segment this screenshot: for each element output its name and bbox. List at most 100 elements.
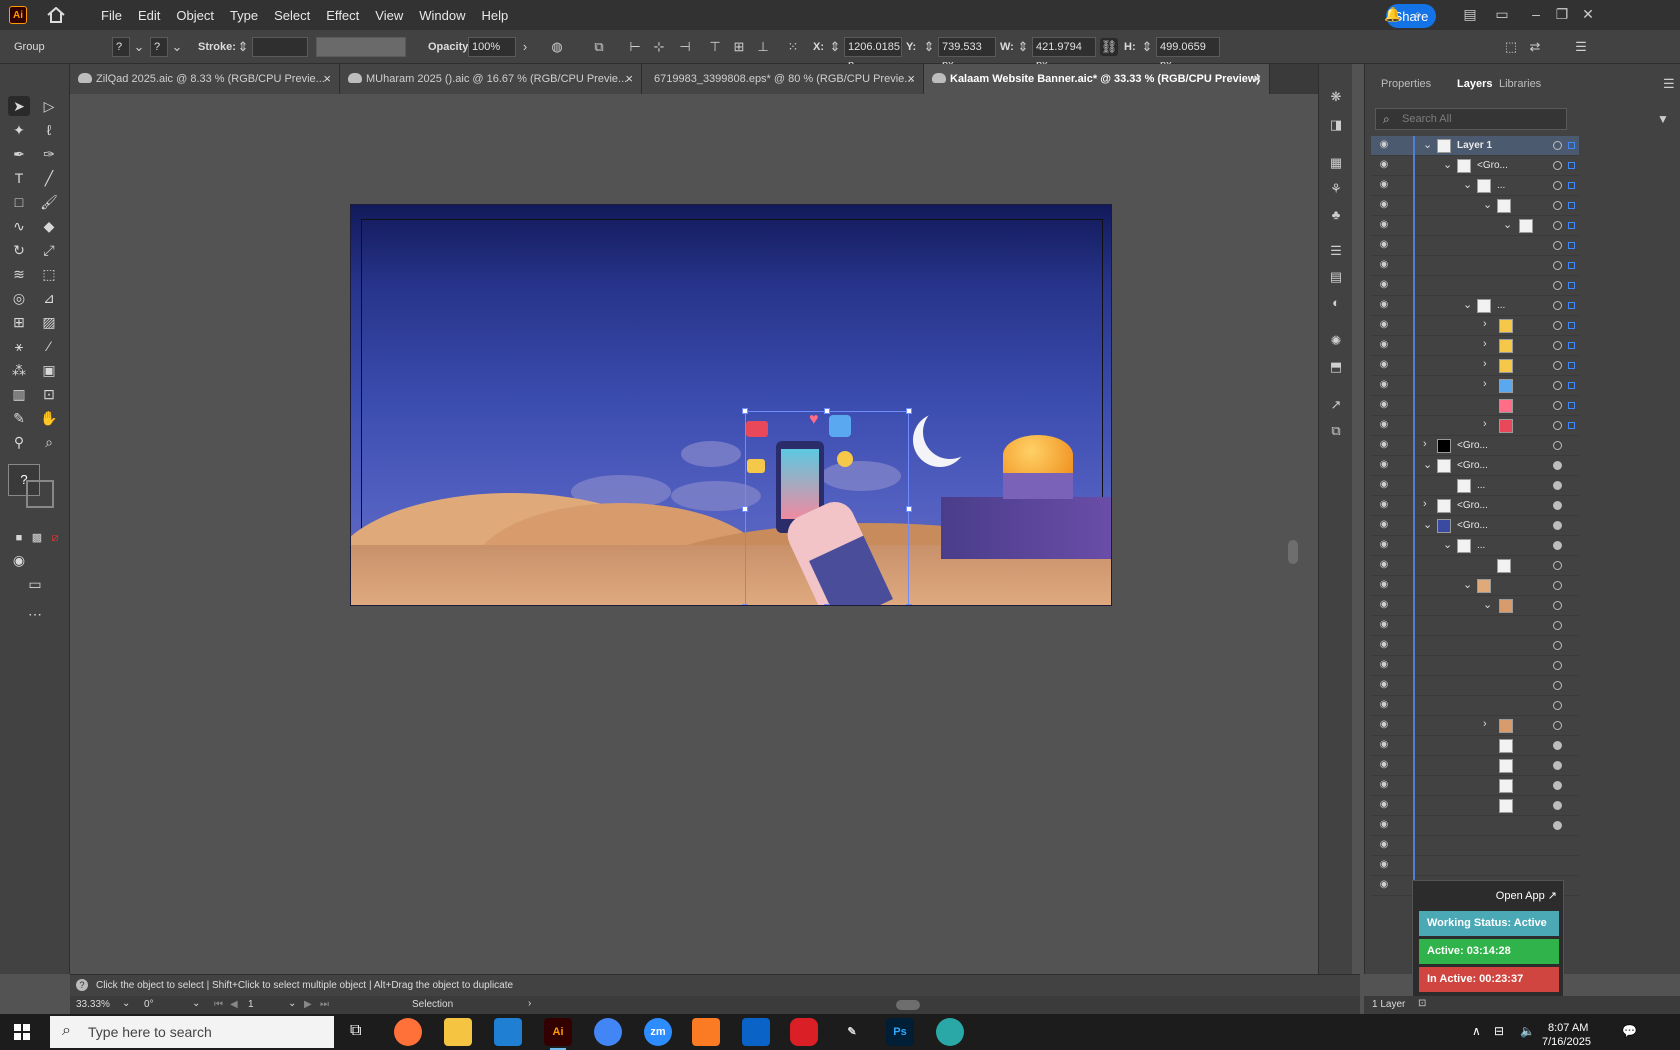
resize-handle[interactable] (906, 604, 912, 605)
vertical-scrollbar[interactable] (1288, 540, 1298, 564)
tab-libraries[interactable]: Libraries (1499, 78, 1541, 90)
last-artboard-icon[interactable]: ⏭ (320, 999, 329, 1010)
taskbar-time[interactable]: 8:07 AM (1548, 1022, 1588, 1034)
layer-row[interactable]: ◉ (1371, 816, 1579, 836)
layer-row[interactable]: ◉ (1371, 856, 1579, 876)
layer-row[interactable]: ◉ (1371, 796, 1579, 816)
opacity-field[interactable]: 100% (468, 37, 516, 57)
artboard[interactable]: ♥ (350, 204, 1112, 606)
y-stepper-icon[interactable]: ⇕ (920, 38, 938, 56)
menu-icon[interactable]: ☰ (1572, 38, 1590, 56)
resize-handle[interactable] (824, 604, 830, 605)
close-icon[interactable]: × (323, 64, 331, 94)
resize-handle[interactable] (824, 408, 830, 414)
target-icon[interactable] (1553, 721, 1562, 730)
arrange-icon[interactable]: ▭ (1494, 6, 1510, 22)
resize-handle[interactable] (906, 506, 912, 512)
eye-icon[interactable]: ◉ (1378, 179, 1390, 191)
layer-row[interactable]: ◉ › (1371, 716, 1579, 736)
menu-type[interactable]: Type (222, 8, 266, 23)
file-explorer-icon[interactable] (444, 1018, 472, 1046)
layer-row[interactable]: ◉... (1371, 476, 1579, 496)
resize-handle[interactable] (742, 604, 748, 605)
target-icon[interactable] (1553, 181, 1562, 190)
layer-row[interactable]: ◉ (1371, 736, 1579, 756)
zoom-icon[interactable]: zm (644, 1018, 672, 1046)
chevron-right-icon[interactable]: › (516, 38, 534, 56)
bell-icon[interactable]: 🔔 (1384, 6, 1401, 22)
align-bottom-icon[interactable]: ⊥ (754, 38, 772, 56)
pencil-icon[interactable]: ✎ (8, 408, 30, 428)
artboard-number-field[interactable]: 1 (248, 999, 254, 1010)
blend-tool-icon[interactable]: ⚹ (8, 336, 30, 356)
chevron-down-icon[interactable]: ⌄ (1423, 458, 1432, 471)
eye-icon[interactable]: ◉ (1378, 839, 1390, 851)
gradient-panel-icon[interactable]: ▤ (1327, 268, 1345, 286)
h-stepper-icon[interactable]: ⇕ (1138, 38, 1156, 56)
isolate-icon[interactable]: ⬚ (1502, 38, 1520, 56)
vscode-icon[interactable] (494, 1018, 522, 1046)
variable-width-profile[interactable] (316, 37, 406, 57)
layer-row[interactable]: ◉ (1371, 696, 1579, 716)
chevron-right-icon[interactable]: › (1483, 418, 1487, 430)
close-icon[interactable]: ✕ (1580, 6, 1596, 22)
chevron-down-icon[interactable]: ⌄ (288, 998, 296, 1009)
gradient-tool-icon[interactable]: ▨ (38, 312, 60, 332)
chevron-right-icon[interactable]: › (1483, 358, 1487, 370)
target-icon[interactable] (1553, 801, 1562, 810)
target-icon[interactable] (1553, 381, 1562, 390)
eye-icon[interactable]: ◉ (1378, 579, 1390, 591)
menu-file[interactable]: File (93, 8, 130, 23)
free-transform-icon[interactable]: ⬚ (38, 264, 60, 284)
screen-mode-icon[interactable]: ▭ (24, 574, 46, 594)
menu-window[interactable]: Window (411, 8, 473, 23)
volume-icon[interactable]: 🔈 (1520, 1024, 1535, 1038)
export-icon[interactable]: ⬒ (1327, 358, 1345, 376)
layer-row[interactable]: ◉ (1371, 676, 1579, 696)
eye-icon[interactable]: ◉ (1378, 659, 1390, 671)
target-icon[interactable] (1553, 361, 1562, 370)
line-tool-icon[interactable]: ╱ (38, 168, 60, 188)
workspace-icon[interactable]: ▤ (1462, 6, 1478, 22)
paintbrush-icon[interactable]: 🖌 (38, 192, 60, 212)
chevron-right-icon[interactable]: › (528, 998, 531, 1009)
panel-menu-icon[interactable]: ☰ (1663, 76, 1675, 92)
layer-row[interactable]: ◉ (1371, 556, 1579, 576)
align-center-icon[interactable]: ⊹ (650, 38, 668, 56)
tab-document-3[interactable]: 6719983_3399808.eps* @ 80 % (RGB/CPU Pre… (642, 64, 924, 94)
artboard-tool-icon[interactable]: ▣ (38, 360, 60, 380)
previous-artboard-icon[interactable]: ◀ (230, 999, 238, 1010)
target-icon[interactable] (1553, 141, 1562, 150)
search-icon[interactable]: ⌕ (1410, 6, 1426, 22)
eye-icon[interactable]: ◉ (1378, 859, 1390, 871)
target-icon[interactable] (1553, 741, 1562, 750)
chevron-down-icon[interactable]: ⌄ (1443, 538, 1452, 551)
chevron-down-icon[interactable]: ⌄ (1423, 518, 1432, 531)
eye-icon[interactable]: ◉ (1378, 439, 1390, 451)
chevron-right-icon[interactable]: › (1483, 378, 1487, 390)
target-icon[interactable] (1553, 201, 1562, 210)
eye-icon[interactable]: ◉ (1378, 499, 1390, 511)
artboards-panel-icon[interactable]: ⧉ (1327, 422, 1345, 440)
target-icon[interactable] (1553, 541, 1562, 550)
align-top-icon[interactable]: ⊤ (706, 38, 724, 56)
home-icon[interactable] (47, 6, 65, 23)
chevron-down-icon[interactable]: ⌄ (192, 998, 200, 1009)
w-stepper-icon[interactable]: ⇕ (1014, 38, 1032, 56)
symbol-sprayer-icon[interactable]: ⁂ (8, 360, 30, 380)
align-left-icon[interactable]: ⊢ (626, 38, 644, 56)
photoshop-icon[interactable]: Ps (886, 1018, 914, 1046)
restore-icon[interactable]: ❐ (1554, 6, 1570, 22)
shape-builder-icon[interactable]: ◎ (8, 288, 30, 308)
curvature-tool-icon[interactable]: ✑ (38, 144, 60, 164)
chevron-right-icon[interactable]: › (1483, 338, 1487, 350)
menu-view[interactable]: View (367, 8, 411, 23)
layer-row[interactable]: ◉ › <Gro... (1371, 436, 1579, 456)
align-right-icon[interactable]: ⊣ (676, 38, 694, 56)
target-icon[interactable] (1553, 461, 1562, 470)
mesh-tool-icon[interactable]: ⊞ (8, 312, 30, 332)
target-icon[interactable] (1553, 821, 1562, 830)
minimize-icon[interactable]: – (1528, 6, 1544, 22)
asset-export-icon[interactable]: ↗ (1327, 396, 1345, 414)
eye-icon[interactable]: ◉ (1378, 699, 1390, 711)
